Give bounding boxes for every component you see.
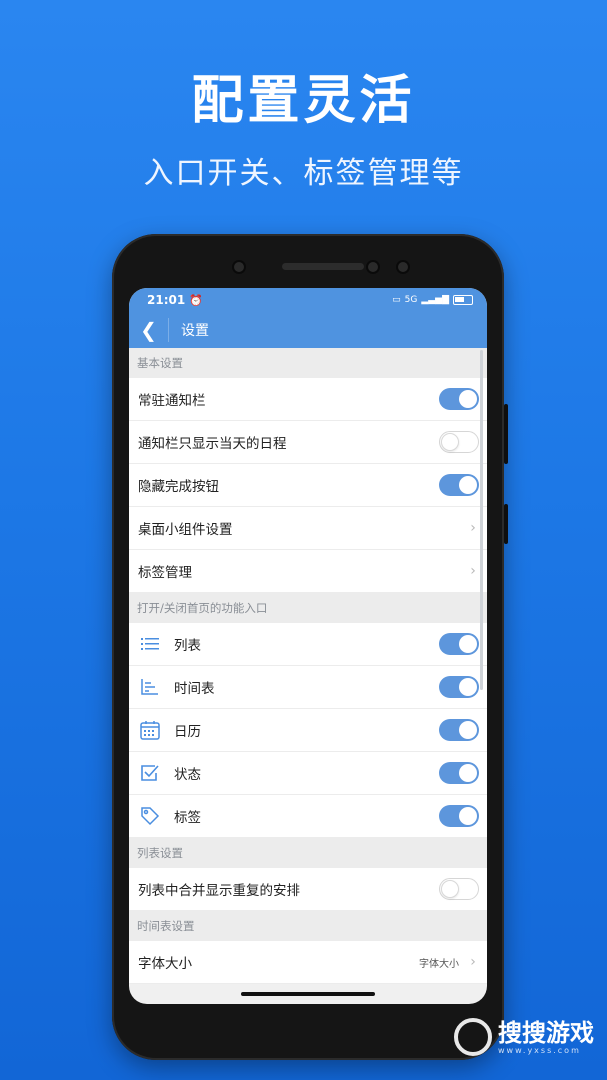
- section-header-list-settings: 列表设置: [129, 838, 487, 868]
- banner-title: 配置灵活: [191, 71, 416, 131]
- entry-row-list[interactable]: 列表: [129, 623, 487, 666]
- watermark-url: www.yxss.com: [498, 1045, 581, 1055]
- alarm-icon: ⏰: [189, 293, 203, 307]
- timeline-icon: [138, 675, 162, 699]
- setting-label: 日历: [174, 724, 201, 740]
- setting-label: 隐藏完成按钮: [138, 479, 219, 495]
- toggle-switch[interactable]: [439, 633, 479, 655]
- banner-subtitle: 入口开关、标签管理等: [143, 156, 464, 191]
- sensor: [396, 260, 410, 274]
- setting-row-widget-settings[interactable]: 桌面小组件设置 ›: [129, 507, 487, 550]
- page-title: 设置: [181, 323, 209, 339]
- app-bar: 21:01 ⏰ ▭ 5G ▂▃▅▇ ❮ 设置: [129, 288, 487, 348]
- setting-row-font-size[interactable]: 字体大小 字体大小 ›: [129, 941, 487, 984]
- setting-label: 标签管理: [138, 565, 192, 581]
- setting-label: 标签: [174, 810, 201, 826]
- toggle-switch[interactable]: [439, 474, 479, 496]
- status-time: 21:01: [147, 293, 186, 307]
- entry-row-status[interactable]: 状态: [129, 752, 487, 795]
- scrollbar[interactable]: [480, 350, 483, 690]
- hd-icon: ▭: [392, 295, 401, 305]
- calendar-icon: [138, 718, 162, 742]
- setting-label: 列表中合并显示重复的安排: [138, 883, 300, 899]
- toggle-switch[interactable]: [439, 676, 479, 698]
- entry-row-calendar[interactable]: 日历: [129, 709, 487, 752]
- toggle-switch[interactable]: [439, 388, 479, 410]
- setting-label: 列表: [174, 638, 201, 654]
- chevron-right-icon: ›: [470, 563, 476, 579]
- watermark-logo-icon: [454, 1018, 492, 1056]
- chevron-right-icon: ›: [470, 520, 476, 536]
- toggle-switch[interactable]: [439, 762, 479, 784]
- toggle-switch[interactable]: [439, 431, 479, 453]
- home-indicator[interactable]: [241, 992, 375, 996]
- section-header-basic: 基本设置: [129, 348, 487, 378]
- battery-icon: [453, 295, 473, 305]
- entry-row-tags[interactable]: 标签: [129, 795, 487, 838]
- volume-button: [504, 404, 508, 464]
- list-icon: [138, 632, 162, 656]
- setting-row-merge-repeats[interactable]: 列表中合并显示重复的安排: [129, 868, 487, 911]
- setting-label: 通知栏只显示当天的日程: [138, 436, 287, 452]
- earpiece-speaker: [282, 263, 364, 270]
- toggle-switch[interactable]: [439, 805, 479, 827]
- nav-row: ❮ 设置: [129, 312, 487, 348]
- setting-label: 桌面小组件设置: [138, 522, 233, 538]
- entry-row-timeline[interactable]: 时间表: [129, 666, 487, 709]
- section-header-entries: 打开/关闭首页的功能入口: [129, 593, 487, 623]
- network-label: 5G: [404, 295, 418, 305]
- phone-screen: 21:01 ⏰ ▭ 5G ▂▃▅▇ ❮ 设置 基本设置 常驻通知栏 通知栏只显示…: [129, 288, 487, 1004]
- toggle-switch[interactable]: [439, 719, 479, 741]
- watermark: 搜搜游戏 www.yxss.com: [454, 1018, 594, 1056]
- signal-icon: ▂▃▅▇: [421, 295, 449, 305]
- tag-icon: [138, 804, 162, 828]
- status-bar: 21:01 ⏰ ▭ 5G ▂▃▅▇: [129, 288, 487, 312]
- setting-label: 常驻通知栏: [138, 393, 206, 409]
- chevron-right-icon: ›: [470, 954, 476, 970]
- setting-row-today-only[interactable]: 通知栏只显示当天的日程: [129, 421, 487, 464]
- setting-row-persistent-notification[interactable]: 常驻通知栏: [129, 378, 487, 421]
- settings-list: 基本设置 常驻通知栏 通知栏只显示当天的日程 隐藏完成按钮 桌面小组件设置 › …: [129, 348, 487, 984]
- power-button: [504, 504, 508, 544]
- setting-label: 时间表: [174, 681, 215, 697]
- setting-row-hide-done-button[interactable]: 隐藏完成按钮: [129, 464, 487, 507]
- setting-label: 状态: [174, 767, 201, 783]
- phone-frame: 21:01 ⏰ ▭ 5G ▂▃▅▇ ❮ 设置 基本设置 常驻通知栏 通知栏只显示…: [112, 234, 508, 1060]
- sensor: [366, 260, 380, 274]
- back-button[interactable]: ❮: [129, 318, 169, 342]
- watermark-text: 搜搜游戏: [498, 1018, 594, 1047]
- front-camera: [232, 260, 246, 274]
- section-header-timeline-settings: 时间表设置: [129, 911, 487, 941]
- setting-row-tag-management[interactable]: 标签管理 ›: [129, 550, 487, 593]
- toggle-switch[interactable]: [439, 878, 479, 900]
- setting-value: 字体大小: [419, 958, 459, 970]
- checkbox-icon: [138, 761, 162, 785]
- setting-label: 字体大小: [138, 956, 192, 972]
